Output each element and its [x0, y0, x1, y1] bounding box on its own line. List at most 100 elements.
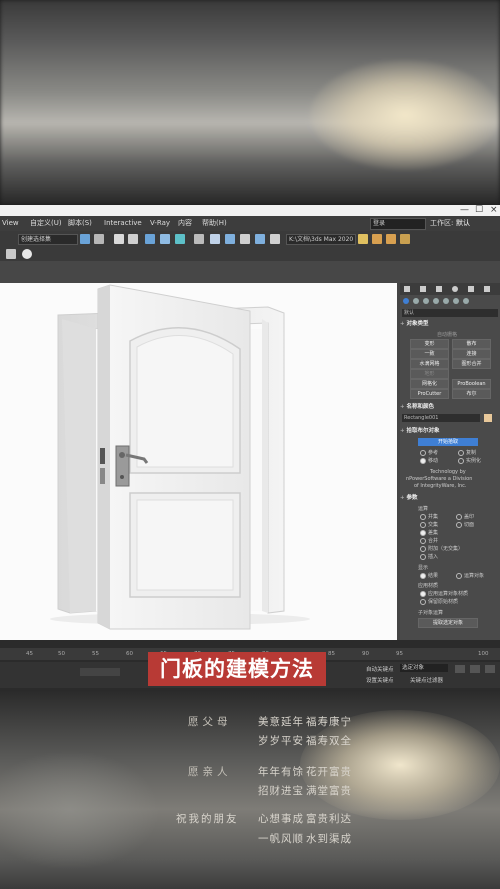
close-icon[interactable]: × — [490, 205, 498, 216]
connect-button[interactable]: 连接 — [452, 349, 491, 359]
display-result-radio[interactable] — [420, 573, 426, 579]
mesher-button[interactable]: 网格化 — [410, 379, 449, 389]
merge-radio[interactable] — [420, 538, 426, 544]
union-radio[interactable] — [420, 514, 426, 520]
systems-icon[interactable] — [463, 298, 469, 304]
menu-view[interactable]: View — [2, 216, 19, 231]
project-path-dropdown[interactable]: K:\文档\3ds Max 2020 — [286, 234, 356, 245]
blobmesh-button[interactable]: 水滴网格 — [410, 359, 449, 369]
sign-in-field[interactable]: 登录 — [370, 218, 426, 230]
blessing-phrase: 福寿双全 — [306, 735, 352, 747]
utilities-tab-icon[interactable] — [484, 286, 490, 292]
key-filters-button[interactable]: 关键点过滤器 — [410, 676, 443, 684]
menu-customize[interactable]: 自定义(U) — [30, 216, 62, 231]
minimize-icon[interactable]: — — [460, 205, 469, 216]
perspective-viewport[interactable] — [0, 283, 397, 640]
auto-key-button[interactable]: 自动关键点 — [366, 665, 394, 673]
object-name-field[interactable]: Rectangle001 — [402, 414, 480, 422]
parameters-rollout[interactable]: 参数 — [400, 494, 500, 503]
grid-icon[interactable] — [128, 234, 138, 244]
start-picking-button[interactable]: 开始拾取 — [418, 438, 478, 446]
render-frame-icon[interactable] — [240, 234, 250, 244]
hierarchy-tab-icon[interactable] — [436, 286, 442, 292]
menu-script[interactable]: 脚本(S) — [68, 216, 92, 231]
move-radio[interactable] — [420, 458, 426, 464]
display-tab-icon[interactable] — [468, 286, 474, 292]
instance-radio[interactable] — [458, 458, 464, 464]
imprint-label: 盖印 — [464, 514, 475, 520]
cut-radio[interactable] — [456, 522, 462, 528]
scatter-button[interactable]: 散布 — [452, 339, 491, 349]
attach-radio[interactable] — [420, 546, 426, 552]
save-icon[interactable] — [386, 234, 396, 244]
apply-operand-material-radio[interactable] — [420, 591, 426, 597]
unlink-icon[interactable] — [94, 234, 104, 244]
ruler-label: 45 — [26, 651, 33, 657]
link-icon[interactable] — [80, 234, 90, 244]
copy-radio[interactable] — [458, 450, 464, 456]
set-key-button[interactable]: 设置关键点 — [366, 676, 394, 684]
lights-icon[interactable] — [423, 298, 429, 304]
create-tab-icon[interactable] — [404, 286, 410, 292]
ribbon-icon[interactable] — [6, 249, 16, 259]
scene-explorer-icon[interactable] — [160, 234, 170, 244]
open-icon[interactable] — [372, 234, 382, 244]
procutter-button[interactable]: ProCutter — [410, 389, 449, 399]
subcategory-dropdown[interactable]: 默认 — [402, 309, 498, 317]
selected-object-dropdown[interactable]: 选定对象 — [400, 664, 448, 672]
play-icon[interactable] — [455, 665, 465, 673]
vray-icon[interactable] — [22, 249, 32, 259]
retain-material-radio[interactable] — [420, 599, 426, 605]
pick-boolean-rollout[interactable]: 拾取布尔对象 — [400, 427, 500, 436]
curve-editor-icon[interactable] — [175, 234, 185, 244]
proboolean-button[interactable]: ProBoolean — [452, 379, 491, 389]
menu-content[interactable]: 内容 — [178, 216, 192, 231]
helpers-icon[interactable] — [443, 298, 449, 304]
boolean-button[interactable]: 布尔 — [452, 389, 491, 399]
insert-radio[interactable] — [420, 554, 426, 560]
reference-radio[interactable] — [420, 450, 426, 456]
display-operands-radio[interactable] — [456, 573, 462, 579]
teapot-icon[interactable] — [270, 234, 280, 244]
modify-tab-icon[interactable] — [420, 286, 426, 292]
next-frame-icon[interactable] — [470, 665, 480, 673]
extract-selected-button[interactable]: 提取选定对象 — [418, 618, 478, 628]
terrain-button[interactable]: 地形 — [410, 369, 449, 379]
selection-set-dropdown[interactable]: 创建选择集 — [18, 234, 78, 245]
move-label: 移动 — [428, 458, 439, 464]
geometry-icon[interactable] — [403, 298, 409, 304]
menu-interactive[interactable]: Interactive — [104, 216, 142, 231]
schematic-icon[interactable] — [194, 234, 204, 244]
folder-icon[interactable] — [358, 234, 368, 244]
conform-button[interactable]: 一致 — [410, 349, 449, 359]
imprint-radio[interactable] — [456, 514, 462, 520]
object-type-rollout[interactable]: 对象类型 — [400, 320, 500, 329]
name-color-rollout[interactable]: 名称和颜色 — [400, 403, 500, 412]
render-setup-icon[interactable] — [225, 234, 235, 244]
material-editor-icon[interactable] — [210, 234, 220, 244]
layers-icon[interactable] — [145, 234, 155, 244]
project-icon[interactable] — [400, 234, 410, 244]
list-icon[interactable] — [114, 234, 124, 244]
shapemerge-button[interactable]: 图形合并 — [452, 359, 491, 369]
menu-bar: View 自定义(U) 脚本(S) Interactive V-Ray 内容 帮… — [0, 216, 500, 231]
menu-help[interactable]: 帮助(H) — [202, 216, 227, 231]
render-icon[interactable] — [255, 234, 265, 244]
retain-material-label: 保留原始材质 — [428, 599, 459, 605]
subtract-radio[interactable] — [420, 530, 426, 536]
shapes-icon[interactable] — [413, 298, 419, 304]
morph-button[interactable]: 变形 — [410, 339, 449, 349]
end-frame-icon[interactable] — [485, 665, 495, 673]
transform-type-in[interactable] — [80, 668, 120, 676]
intersect-radio[interactable] — [420, 522, 426, 528]
command-panel-tabs — [400, 283, 500, 295]
object-color-swatch[interactable] — [484, 414, 492, 422]
workspace-select[interactable]: 默认 — [456, 216, 470, 231]
command-panel: 默认 对象类型 自动栅格 变形 散布 一致 连接 水滴网格 图形合并 地形 网格… — [400, 283, 500, 640]
maximize-icon[interactable]: ☐ — [475, 205, 483, 216]
sign-in-label: 登录 — [373, 220, 386, 227]
menu-vray[interactable]: V-Ray — [150, 216, 170, 231]
cameras-icon[interactable] — [433, 298, 439, 304]
spacewarps-icon[interactable] — [453, 298, 459, 304]
motion-tab-icon[interactable] — [452, 286, 458, 292]
